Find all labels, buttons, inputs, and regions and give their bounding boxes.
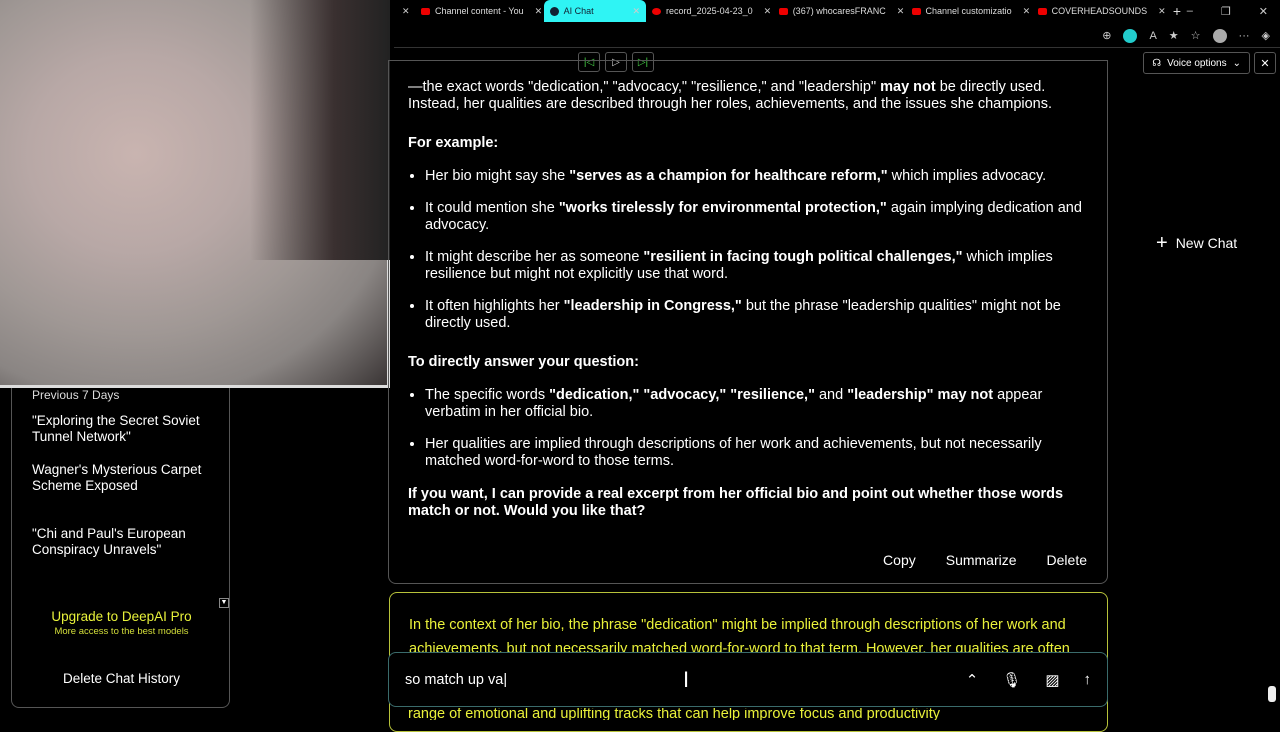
tab-label: (367) whocaresFRANC (792, 6, 886, 16)
answer-list: The specific words "dedication," "advoca… (425, 387, 1088, 470)
summarize-button[interactable]: Summarize (946, 552, 1017, 569)
text-cursor-icon: I (683, 667, 690, 692)
favorites-icon[interactable]: ☆ (1191, 29, 1201, 42)
delete-button[interactable]: Delete (1047, 552, 1087, 569)
tab-whocares[interactable]: (367) whocaresFRANC ✕ (773, 0, 906, 22)
message-tail: range of emotional and uplifting tracks … (408, 708, 940, 720)
youtube-icon (421, 7, 431, 15)
more-icon[interactable]: ··· (1239, 30, 1250, 42)
list-item: It often highlights her "leadership in C… (425, 298, 1088, 332)
profile-avatar[interactable] (1212, 28, 1227, 43)
list-item: The specific words "dedication," "advoca… (425, 387, 1088, 421)
close-icon[interactable]: ✕ (535, 6, 543, 17)
record-icon (652, 7, 662, 15)
chevron-down-icon: ⌄ (1232, 57, 1241, 69)
page-scrollbar[interactable] (1268, 686, 1276, 702)
upgrade-link[interactable]: Upgrade to DeepAI Pro More access to the … (12, 609, 231, 638)
voice-options-button[interactable]: ☊ Voice options ⌄ (1143, 52, 1250, 74)
tab-record[interactable]: record_2025-04-23_0 ✕ (646, 0, 773, 22)
copy-button[interactable]: Copy (883, 552, 916, 569)
chat-history-sidebar: Previous 7 Days "Exploring the Secret So… (11, 388, 230, 708)
extension-icon[interactable] (1123, 28, 1138, 43)
youtube-icon (778, 7, 788, 15)
tab-ai-chat[interactable]: AI Chat ✕ (543, 0, 647, 22)
list-item: It could mention she "works tirelessly f… (425, 200, 1088, 234)
copilot-icon[interactable]: ◈ (1262, 29, 1270, 42)
chat-history-item[interactable]: "Exploring the Secret Soviet Tunnel Netw… (32, 413, 202, 445)
microphone-icon[interactable]: 🎙︎ (1002, 671, 1021, 689)
message-intro: —the exact words "dedication," "advocacy… (408, 79, 1053, 112)
browser-tab-bar: ✕ Channel content - You ✕ AI Chat ✕ record… (390, 0, 1280, 22)
message-text: In the context of her bio, the phrase "d… (409, 617, 1070, 657)
youtube-icon (911, 7, 921, 15)
favorite-star-icon[interactable]: ★ (1169, 29, 1179, 42)
restore-icon[interactable]: ❐ (1221, 5, 1231, 18)
window-close-icon[interactable]: ✕ (1259, 5, 1268, 18)
minimize-icon[interactable]: – (1187, 5, 1193, 18)
tab-coverheadsounds[interactable]: COVERHEADSOUNDS ✕ (1032, 0, 1167, 22)
list-item: Her qualities are implied through descri… (425, 436, 1088, 470)
close-icon[interactable]: ✕ (1158, 6, 1166, 17)
new-chat-button[interactable]: + New Chat (1156, 232, 1238, 254)
tab-label: record_2025-04-23_0 (666, 6, 753, 16)
tab-label: Channel content - You (435, 6, 524, 16)
message-closing: If you want, I can provide a real excerp… (408, 486, 1064, 519)
new-chat-label: New Chat (1175, 235, 1238, 251)
answer-heading: To directly answer your question: (408, 354, 639, 370)
close-icon[interactable]: ✕ (633, 6, 641, 17)
ai-message: —the exact words "dedication," "advocacy… (388, 60, 1108, 584)
webcam-overlay (0, 0, 390, 388)
youtube-icon (1037, 7, 1047, 15)
chevron-up-icon[interactable]: ⌃ (966, 671, 979, 689)
close-toolbar-button[interactable]: ✕ (1254, 52, 1276, 74)
upgrade-subtitle: More access to the best models (54, 626, 189, 637)
list-item: It might describe her as someone "resili… (425, 249, 1088, 283)
address-bar-tools: ⊕ A ★ ☆ ··· ◈ (394, 24, 1280, 48)
example-list: Her bio might say she "serves as a champ… (425, 168, 1088, 332)
list-item: Her bio might say she "serves as a champ… (425, 168, 1088, 185)
chat-history-item[interactable]: "Chi and Paul's European Conspiracy Unra… (32, 526, 202, 558)
upgrade-label: Upgrade to DeepAI Pro (51, 609, 192, 624)
read-aloud-icon[interactable]: A (1149, 30, 1156, 42)
scroll-down-arrow[interactable]: ▼ (219, 598, 229, 608)
tab-channel-content[interactable]: Channel content - You ✕ (415, 0, 544, 22)
chat-history-item[interactable]: Wagner's Mysterious Carpet Scheme Expose… (32, 462, 202, 494)
tab-close-prev[interactable]: ✕ (390, 0, 415, 22)
chat-input-value[interactable]: so match up va (405, 672, 503, 688)
new-tab-button[interactable]: + (1167, 0, 1187, 22)
tab-label: AI Chat (563, 6, 594, 16)
voice-icon: ☊ (1152, 57, 1162, 69)
deepai-icon (549, 6, 559, 16)
delete-chat-history-button[interactable]: Delete Chat History (12, 671, 231, 686)
tab-label: COVERHEADSOUNDS (1051, 6, 1148, 16)
section-heading: Previous 7 Days (32, 388, 120, 402)
example-heading: For example: (408, 135, 499, 151)
close-icon[interactable]: ✕ (764, 6, 772, 17)
close-icon[interactable]: ✕ (897, 6, 905, 17)
close-icon[interactable]: ✕ (1023, 6, 1031, 17)
zoom-icon[interactable]: ⊕ (1102, 29, 1111, 42)
image-upload-icon[interactable]: ▨ (1045, 671, 1059, 689)
tab-label: Channel customizatio (925, 6, 1012, 16)
send-arrow-icon[interactable]: ↑ (1084, 671, 1092, 689)
chat-input[interactable]: so match up va | I ⌃ 🎙︎ ▨ ↑ (388, 652, 1108, 707)
plus-icon: + (1156, 232, 1168, 254)
voice-options-label: Voice options (1167, 57, 1227, 69)
tab-channel-customization[interactable]: Channel customizatio ✕ (906, 0, 1032, 22)
